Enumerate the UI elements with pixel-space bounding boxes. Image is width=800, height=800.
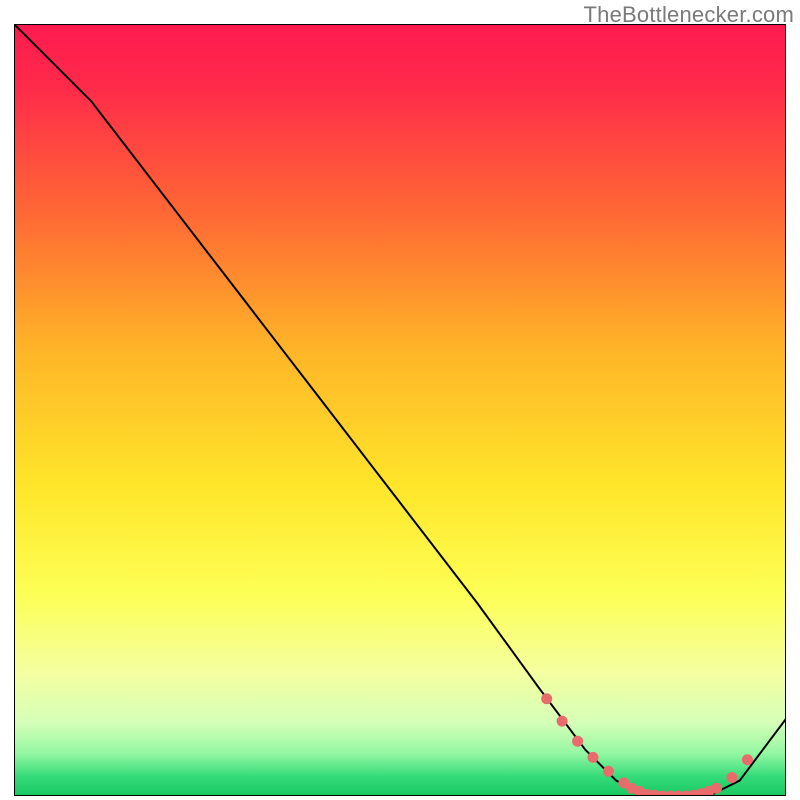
gradient-background [14, 24, 786, 796]
highlight-dot [573, 736, 583, 746]
chart-container: TheBottlenecker.com [0, 0, 800, 800]
watermark-text: TheBottlenecker.com [584, 2, 794, 28]
highlight-dot [542, 694, 552, 704]
highlight-dot [742, 755, 752, 765]
bottleneck-chart [14, 24, 786, 796]
highlight-dot [603, 766, 613, 776]
highlight-dot [712, 783, 722, 793]
highlight-dot [557, 716, 567, 726]
highlight-dot [727, 772, 737, 782]
highlight-dot [588, 752, 598, 762]
plot-area [14, 24, 786, 796]
